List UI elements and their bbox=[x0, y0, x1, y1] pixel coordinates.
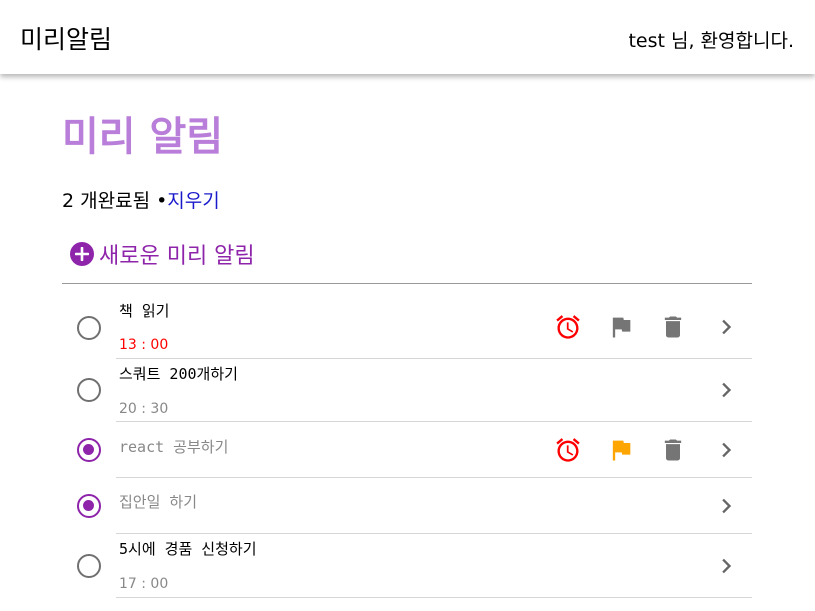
task-row: 책 읽기 13 : 00 bbox=[62, 286, 752, 359]
task-complete-radio[interactable] bbox=[77, 316, 101, 340]
list-divider bbox=[62, 283, 752, 284]
task-complete-radio[interactable] bbox=[77, 494, 101, 518]
chevron-right-icon[interactable] bbox=[712, 436, 740, 464]
task-row: react 공부하기 bbox=[62, 422, 752, 478]
alarm-icon[interactable] bbox=[554, 436, 582, 464]
app-title: 미리알림 bbox=[20, 25, 113, 54]
task-title: react 공부하기 bbox=[119, 438, 229, 456]
completed-summary: 2 개완료됨 •지우기 bbox=[62, 186, 220, 213]
chevron-right-icon[interactable] bbox=[712, 552, 740, 580]
alarm-icon[interactable] bbox=[554, 313, 582, 341]
chevron-right-icon[interactable] bbox=[712, 313, 740, 341]
task-time: 13 : 00 bbox=[119, 337, 169, 353]
task-title: 집안일 하기 bbox=[119, 493, 198, 511]
clear-completed-link[interactable]: 지우기 bbox=[167, 190, 219, 212]
task-row: 5시에 경품 신청하기 17 : 00 bbox=[62, 534, 752, 598]
flag-icon[interactable] bbox=[607, 436, 635, 464]
row-separator bbox=[116, 597, 752, 598]
new-reminder-label: 새로운 미리 알림 bbox=[99, 244, 255, 269]
add-circle-icon bbox=[70, 242, 94, 266]
trash-icon[interactable] bbox=[659, 436, 687, 464]
page-title: 미리 알림 bbox=[62, 114, 224, 160]
task-row: 스쿼트 200개하기 20 : 30 bbox=[62, 359, 752, 422]
app-bar: 미리알림 test 님, 환영합니다. bbox=[0, 0, 815, 74]
trash-icon[interactable] bbox=[659, 313, 687, 341]
task-complete-radio[interactable] bbox=[77, 438, 101, 462]
welcome-message: test 님, 환영합니다. bbox=[628, 30, 794, 52]
task-complete-radio[interactable] bbox=[77, 378, 101, 402]
task-row: 집안일 하기 bbox=[62, 478, 752, 534]
task-time: 20 : 30 bbox=[119, 401, 169, 417]
flag-icon[interactable] bbox=[607, 313, 635, 341]
new-reminder-button[interactable]: 새로운 미리 알림 bbox=[70, 238, 255, 270]
chevron-right-icon[interactable] bbox=[712, 376, 740, 404]
completed-count: 2 개완료됨 • bbox=[62, 190, 168, 212]
task-complete-radio[interactable] bbox=[77, 554, 101, 578]
task-title: 스쿼트 200개하기 bbox=[119, 365, 238, 383]
chevron-right-icon[interactable] bbox=[712, 492, 740, 520]
task-time: 17 : 00 bbox=[119, 576, 169, 592]
task-title: 5시에 경품 신청하기 bbox=[119, 540, 257, 558]
task-title: 책 읽기 bbox=[119, 302, 170, 320]
